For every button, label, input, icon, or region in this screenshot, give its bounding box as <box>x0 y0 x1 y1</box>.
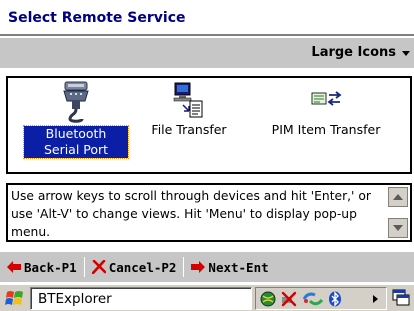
service-list[interactable]: Bluetooth Serial Port File Transfer PIM … <box>6 76 412 174</box>
service-pim-item-transfer[interactable]: PIM Item Transfer <box>256 81 396 138</box>
network-globe-icon[interactable] <box>260 291 276 307</box>
service-bluetooth-serial-port[interactable]: Bluetooth Serial Port <box>23 81 129 159</box>
windows-start-icon[interactable] <box>4 288 26 309</box>
window-title: Select Remote Service <box>8 10 186 26</box>
chevron-down-icon <box>402 51 410 56</box>
back-button[interactable]: Back-P1 <box>4 260 80 275</box>
next-label: Next-Ent <box>208 259 269 275</box>
cancel-x-icon <box>91 260 106 274</box>
back-label: Back-P1 <box>24 259 77 275</box>
view-mode-label: Large Icons <box>311 45 396 60</box>
view-bar: Large Icons <box>0 38 414 68</box>
taskbar: BTExplorer <box>0 284 414 311</box>
service-label: File Transfer <box>151 122 227 137</box>
scroll-down-button[interactable] <box>388 218 408 238</box>
arrow-left-icon <box>7 261 21 273</box>
no-connection-icon[interactable] <box>280 291 298 307</box>
serial-port-connector-icon <box>63 81 89 123</box>
file-transfer-icon <box>173 82 203 118</box>
scroll-up-button[interactable] <box>388 187 408 207</box>
divider <box>83 257 85 277</box>
help-text: Use arrow keys to scroll through devices… <box>11 189 371 239</box>
arrow-down-icon <box>393 225 403 231</box>
next-button[interactable]: Next-Ent <box>188 260 271 275</box>
title-bar: Select Remote Service <box>0 0 414 36</box>
command-bar: Back-P1 Cancel-P2 Next-Ent <box>0 252 414 282</box>
chevron-right-icon[interactable] <box>373 295 378 303</box>
bluetooth-icon[interactable] <box>327 291 343 307</box>
divider <box>183 257 185 277</box>
pim-transfer-icon <box>311 91 342 106</box>
sync-icon[interactable] <box>302 291 324 307</box>
system-tray <box>255 287 387 310</box>
taskbar-app-label: BTExplorer <box>38 291 112 307</box>
help-text-box: Use arrow keys to scroll through devices… <box>6 183 412 242</box>
service-label: Bluetooth Serial Port <box>23 125 129 159</box>
desktop-windows-icon[interactable] <box>392 289 410 307</box>
service-label: PIM Item Transfer <box>271 122 381 137</box>
cancel-button[interactable]: Cancel-P2 <box>89 260 180 275</box>
arrow-right-icon <box>191 261 206 273</box>
arrow-up-icon <box>393 194 403 200</box>
view-mode-dropdown[interactable]: Large Icons <box>311 45 410 60</box>
service-file-transfer[interactable]: File Transfer <box>143 81 235 138</box>
taskbar-app-button[interactable]: BTExplorer <box>30 287 252 310</box>
cancel-label: Cancel-P2 <box>108 259 177 275</box>
